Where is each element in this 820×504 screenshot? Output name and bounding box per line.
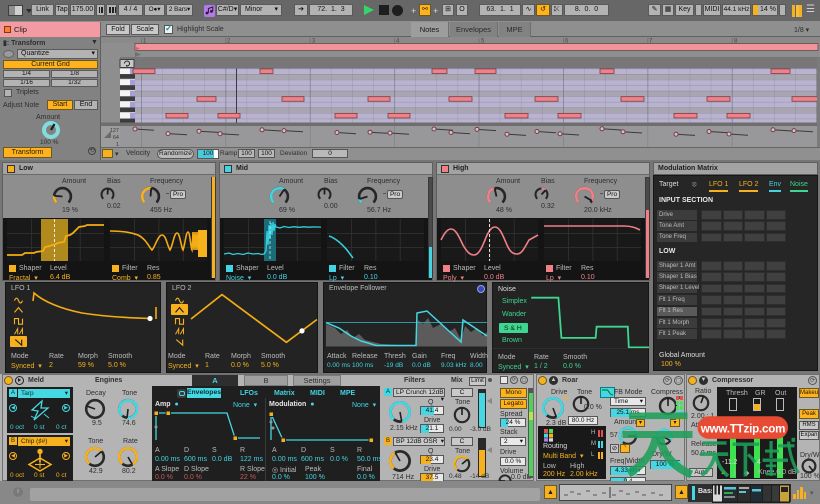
- svg-text:www.TTzip.com: www.TTzip.com: [700, 422, 786, 435]
